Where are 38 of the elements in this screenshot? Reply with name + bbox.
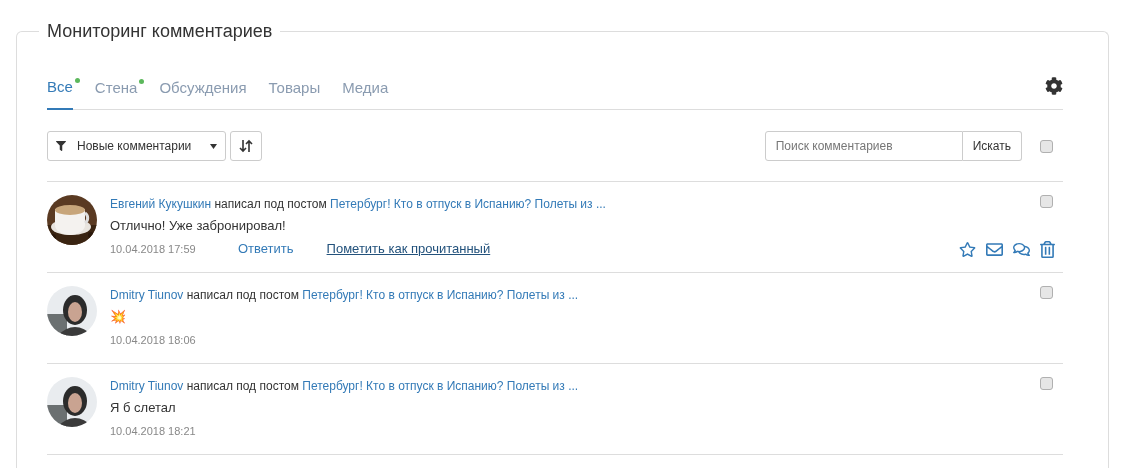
author-link[interactable]: Dmitry Tiunov bbox=[110, 288, 184, 302]
post-link[interactable]: Петербург! Кто в отпуск в Испанию? Полеты из ... bbox=[302, 288, 579, 302]
comment-text: 💥 bbox=[110, 308, 127, 326]
comment-time: 10.04.2018 18:21 bbox=[110, 424, 197, 439]
tab[interactable]: Медиа bbox=[342, 79, 389, 109]
star-icon[interactable] bbox=[959, 241, 976, 258]
search-button[interactable]: Искать bbox=[962, 131, 1022, 161]
action-text: написал под постом bbox=[214, 197, 327, 211]
trash-icon[interactable] bbox=[1040, 241, 1055, 258]
tab[interactable]: Обсуждения bbox=[159, 79, 247, 109]
filter-icon bbox=[56, 141, 66, 151]
reply-link[interactable]: Ответить bbox=[238, 241, 294, 257]
post-link[interactable]: Петербург! Кто в отпуск в Испанию? Полеты из ... bbox=[302, 379, 579, 393]
checkbox[interactable] bbox=[1040, 286, 1053, 299]
envelope-icon[interactable] bbox=[986, 241, 1003, 258]
checkbox[interactable] bbox=[1040, 377, 1053, 390]
sort-button[interactable] bbox=[230, 131, 262, 161]
settings-icon[interactable] bbox=[1045, 77, 1063, 95]
tab[interactable]: Все bbox=[47, 78, 73, 110]
mark-read-link[interactable]: Пометить как прочитанный bbox=[326, 241, 491, 257]
action-text: написал под постом bbox=[186, 288, 299, 302]
checkbox[interactable] bbox=[1040, 139, 1053, 153]
checkbox[interactable] bbox=[1040, 195, 1053, 208]
comment-time: 10.04.2018 17:59 bbox=[110, 242, 197, 257]
search-field[interactable]: Поиск комментариев bbox=[764, 131, 963, 161]
post-link[interactable]: Петербург! Кто в отпуск в Испанию? Полеты из ... bbox=[330, 197, 606, 211]
tab[interactable]: Стена bbox=[94, 79, 138, 109]
filter-dropdown[interactable]: Новые комментарии bbox=[47, 131, 226, 161]
author-link[interactable]: Dmitry Tiunov bbox=[110, 379, 184, 393]
author-link[interactable]: Евгений Кукушкин bbox=[110, 197, 212, 211]
sort-icon bbox=[239, 139, 253, 153]
comment-text: Я б слетал bbox=[110, 399, 177, 417]
comment-time: 10.04.2018 18:06 bbox=[110, 333, 197, 348]
tab[interactable]: Товары bbox=[268, 79, 321, 109]
caret-icon bbox=[210, 143, 217, 149]
comments-icon[interactable] bbox=[1013, 241, 1030, 258]
action-text: написал под постом bbox=[186, 379, 299, 393]
comment-text: Отлично! Уже забронировал! bbox=[110, 217, 287, 235]
